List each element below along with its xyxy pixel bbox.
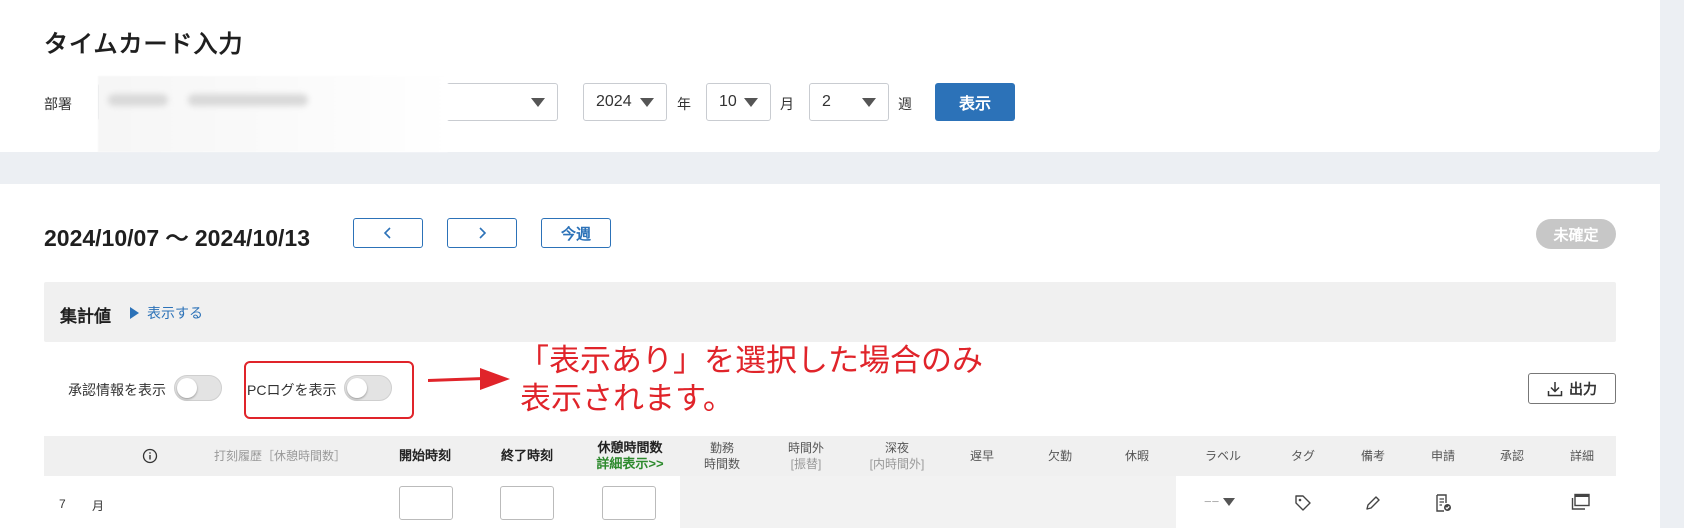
summary-title: 集計値: [60, 307, 111, 326]
month-select[interactable]: 10: [706, 83, 771, 121]
dept-label: 部署: [44, 96, 72, 112]
annotation-line-1: 「表示あり」を選択した場合のみ: [518, 343, 983, 379]
export-label: 出力: [1569, 380, 1597, 397]
chevron-down-icon: [1223, 497, 1236, 506]
annotation-arrow-head: [480, 368, 510, 390]
start-time-input[interactable]: [399, 486, 453, 520]
approval-toggle[interactable]: [174, 375, 222, 401]
request-form-icon[interactable]: [1433, 493, 1453, 513]
col-approval: 承認: [1499, 449, 1524, 463]
col-request: 申請: [1430, 449, 1455, 463]
break-time-input[interactable]: [602, 486, 656, 520]
table-row-calculated-area: [680, 476, 1176, 528]
chevron-down-icon: [531, 98, 545, 107]
pclog-toggle[interactable]: [344, 375, 392, 401]
annotation-text: 「表示あり」を選択した場合のみ 表示されます。: [518, 342, 983, 418]
status-badge: 未確定: [1536, 219, 1616, 249]
break-detail-link[interactable]: 詳細表示>>: [596, 456, 663, 472]
col-punch-history: 打刻履歴［休憩時間数］: [213, 449, 346, 463]
chevron-left-icon: [383, 227, 391, 239]
month-value: 10: [719, 93, 737, 110]
chevron-down-icon: [744, 98, 758, 107]
toggle-knob: [347, 378, 367, 398]
col-overtime: 時間外 [振替]: [787, 441, 824, 471]
col-absence: 欠勤: [1047, 449, 1072, 463]
redacted-dept-name: [98, 76, 448, 152]
week-select[interactable]: 2: [809, 83, 889, 121]
label-value: −−: [1204, 494, 1220, 509]
chevron-down-icon: [640, 98, 654, 107]
row-weekday: 月: [92, 499, 105, 513]
col-start-time: 開始時刻: [398, 448, 451, 463]
prev-week-button[interactable]: [353, 218, 423, 248]
week-value: 2: [822, 93, 831, 110]
triangle-right-icon: [130, 307, 139, 319]
chevron-right-icon: [479, 227, 487, 239]
label-select[interactable]: −−: [1204, 494, 1236, 509]
col-leave: 休暇: [1124, 449, 1149, 463]
col-end-time: 終了時刻: [500, 448, 553, 463]
col-label: ラベル: [1204, 449, 1241, 463]
show-button[interactable]: 表示: [935, 83, 1015, 121]
col-work-hours: 勤務 時間数: [703, 441, 740, 471]
page-title: タイムカード入力: [44, 31, 244, 58]
annotation-line-2: 表示されます。: [520, 381, 734, 417]
col-break: 休憩時間数 詳細表示>>: [596, 440, 664, 472]
this-week-button[interactable]: 今週: [541, 218, 611, 248]
pencil-icon[interactable]: [1364, 494, 1382, 512]
toggle-knob: [177, 378, 197, 398]
detail-window-icon[interactable]: [1571, 493, 1591, 511]
tag-icon[interactable]: [1294, 494, 1312, 512]
approval-toggle-label: 承認情報を表示: [68, 382, 166, 398]
col-detail: 詳細: [1569, 449, 1594, 463]
download-icon: [1547, 381, 1563, 396]
col-night: 深夜 [内時間外]: [869, 441, 925, 471]
year-select[interactable]: 2024: [583, 83, 667, 121]
col-note: 備考: [1360, 449, 1385, 463]
year-value: 2024: [596, 93, 632, 110]
date-range: 2024/10/07 〜 2024/10/13: [44, 225, 311, 251]
export-button[interactable]: 出力: [1528, 373, 1616, 404]
col-tag: タグ: [1290, 449, 1315, 463]
week-unit: 週: [898, 96, 912, 112]
chevron-down-icon: [862, 98, 876, 107]
month-unit: 月: [780, 96, 794, 112]
year-unit: 年: [677, 96, 691, 112]
row-day: 7: [59, 497, 66, 511]
pclog-toggle-label: PCログを表示: [247, 382, 337, 398]
end-time-input[interactable]: [500, 486, 554, 520]
info-icon[interactable]: [138, 436, 162, 476]
next-week-button[interactable]: [447, 218, 517, 248]
summary-expand-link[interactable]: 表示する: [130, 303, 203, 323]
col-late-early: 遅早: [969, 449, 994, 463]
summary-expand-label: 表示する: [147, 305, 203, 321]
summary-section: [44, 282, 1616, 342]
